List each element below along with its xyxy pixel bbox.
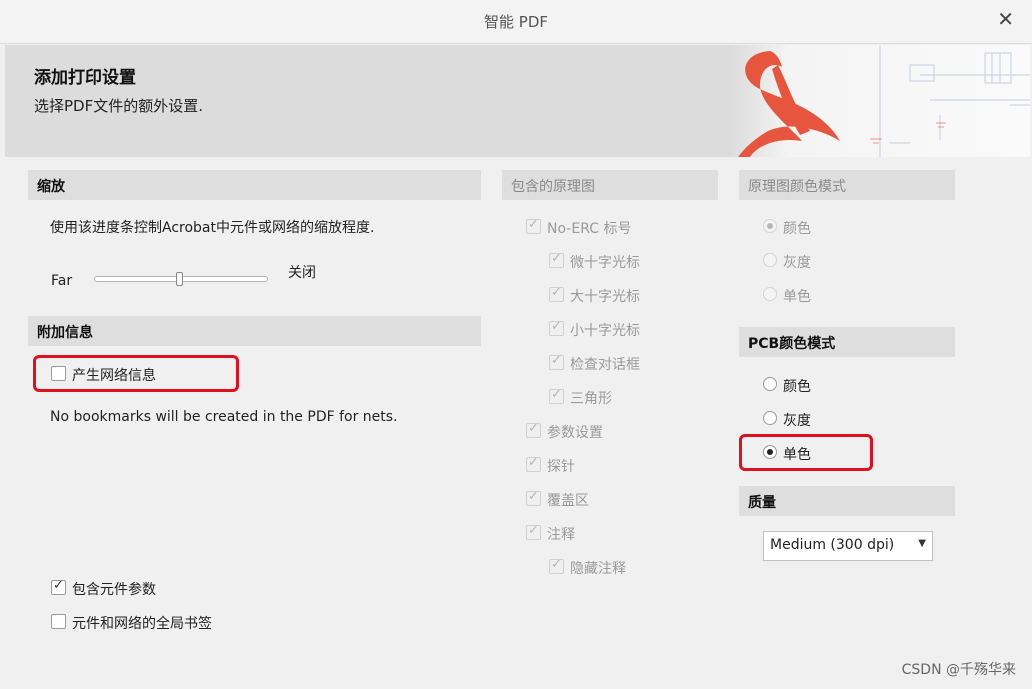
zoom-far-label: Far: [51, 273, 73, 289]
schematic-item-label: 探针: [547, 459, 575, 475]
schematic-item-label: 大十字光标: [570, 289, 640, 305]
extra-info-section-header: 附加信息: [28, 316, 481, 346]
acrobat-logo-art: [730, 45, 1030, 157]
schematic-item-checkbox[interactable]: [549, 353, 564, 370]
schematic-item-label: 三角形: [570, 391, 612, 407]
schematic-item-label: No-ERC 标号: [547, 221, 632, 237]
schematic-item-checkbox[interactable]: [526, 421, 541, 438]
title-bar: 智能 PDF ✕: [0, 0, 1032, 44]
chevron-down-icon: ▼: [918, 538, 926, 549]
schematic-item-checkbox[interactable]: [549, 387, 564, 404]
schematic-color-section-header: 原理图颜色模式: [739, 170, 955, 200]
zoom-section-header: 缩放: [28, 170, 481, 200]
pcb-color-option-label: 单色: [783, 447, 811, 463]
schematic-color-option-label: 单色: [783, 289, 811, 305]
quality-select-value: Medium (300 dpi): [770, 537, 895, 553]
schematic-item-label: 覆盖区: [547, 493, 589, 509]
schematic-item-checkbox[interactable]: [526, 455, 541, 472]
close-icon[interactable]: ✕: [997, 7, 1014, 31]
schematic-item-label: 检查对话框: [570, 357, 640, 373]
schematic-color-radio[interactable]: [763, 287, 777, 301]
schematic-item-checkbox[interactable]: [526, 217, 541, 234]
zoom-description: 使用该进度条控制Acrobat中元件或网络的缩放程度.: [50, 220, 375, 236]
quality-select[interactable]: Medium (300 dpi) ▼: [763, 531, 933, 561]
net-info-checkbox[interactable]: [51, 366, 66, 381]
quality-section-header: 质量: [739, 486, 955, 516]
global-bookmarks-label: 元件和网络的全局书签: [72, 616, 212, 632]
schematic-color-radio[interactable]: [763, 253, 777, 267]
schematic-item-checkbox[interactable]: [526, 523, 541, 540]
schematic-color-option-label: 颜色: [783, 221, 811, 237]
schematic-item-checkbox[interactable]: [549, 319, 564, 336]
net-bookmark-note: No bookmarks will be created in the PDF …: [50, 409, 398, 425]
watermark: CSDN @千殇华来: [901, 662, 1016, 678]
schematic-item-checkbox[interactable]: [526, 489, 541, 506]
pcb-color-section-header: PCB颜色模式: [739, 327, 955, 357]
global-bookmarks-checkbox[interactable]: [51, 614, 66, 629]
window-title: 智能 PDF: [484, 13, 548, 31]
pcb-color-radio[interactable]: [763, 445, 777, 459]
pcb-color-option-label: 颜色: [783, 379, 811, 395]
schematic-item-checkbox[interactable]: [549, 557, 564, 574]
schematic-item-label: 小十字光标: [570, 323, 640, 339]
net-info-label: 产生网络信息: [72, 368, 156, 384]
include-params-checkbox[interactable]: [51, 578, 66, 595]
schematic-item-label: 隐藏注释: [570, 561, 626, 577]
pcb-color-radio[interactable]: [763, 377, 777, 391]
schematic-item-checkbox[interactable]: [549, 285, 564, 302]
zoom-slider-thumb[interactable]: [176, 272, 183, 286]
include-params-label: 包含元件参数: [72, 582, 156, 598]
schematic-item-checkbox[interactable]: [549, 251, 564, 268]
schematic-item-label: 注释: [547, 527, 575, 543]
pcb-color-option-label: 灰度: [783, 413, 811, 429]
page-title: 添加打印设置: [34, 68, 136, 88]
schematic-color-radio[interactable]: [763, 219, 777, 233]
schematics-section-header: 包含的原理图: [502, 170, 718, 200]
schematic-item-label: 参数设置: [547, 425, 603, 441]
pcb-color-radio[interactable]: [763, 411, 777, 425]
schematic-item-label: 微十字光标: [570, 255, 640, 271]
header-banner: 添加打印设置 选择PDF文件的额外设置.: [5, 45, 1030, 157]
page-subtitle: 选择PDF文件的额外设置.: [34, 97, 203, 115]
zoom-off-label: 关闭: [288, 265, 316, 281]
schematic-color-option-label: 灰度: [783, 255, 811, 271]
